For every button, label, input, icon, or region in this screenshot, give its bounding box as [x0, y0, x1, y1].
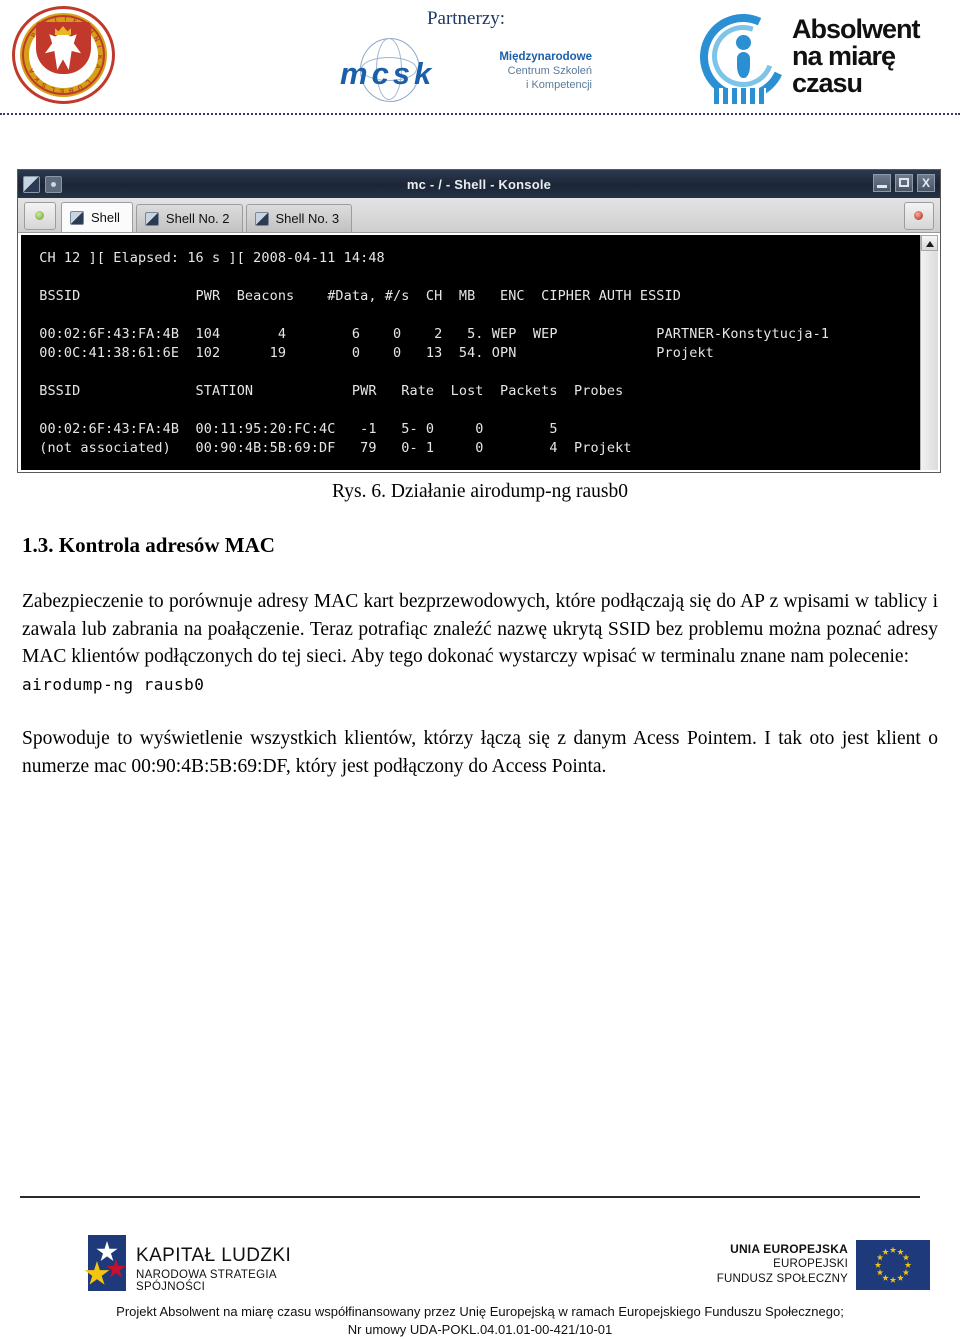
tab-label: Shell No. 2	[165, 211, 230, 226]
mcsk-wordmark: mcsk	[340, 56, 436, 91]
eu-logo-text: UNIA EUROPEJSKA EUROPEJSKI FUNDUSZ SPOŁE…	[700, 1242, 848, 1287]
absolwent-wordmark: Absolwent na miarę czasu	[792, 14, 921, 98]
terminal-icon	[144, 211, 159, 226]
kapital-ludzki-logo: KAPITAŁ LUDZKI NARODOWA STRATEGIA SPÓJNO…	[84, 1235, 348, 1297]
mcsk-subtitle-line1: Międzynarodowe	[499, 51, 592, 63]
footer-note: Projekt Absolwent na miarę czasu współfi…	[0, 1303, 960, 1339]
maximize-button[interactable]	[895, 174, 913, 192]
konsole-window-title: mc - / - Shell - Konsole	[406, 176, 552, 192]
paragraph-1: Zabezpieczenie to porównuje adresy MAC k…	[22, 588, 938, 698]
kapital-ludzki-mark-icon	[84, 1235, 126, 1291]
footer-divider	[20, 1196, 920, 1198]
mcsk-subtitle: Międzynarodowe Centrum Szkoleń i Kompete…	[452, 50, 592, 92]
footer-note-line2: Nr umowy UDA-POKL.04.01.01-00-421/10-01	[347, 1322, 613, 1337]
absolwent-line1: Absolwent	[792, 14, 921, 44]
mcsk-logo: mcsk Międzynarodowe Centrum Szkoleń i Ko…	[332, 36, 592, 104]
terminal-output[interactable]: CH 12 ][ Elapsed: 16 s ][ 2008-04-11 14:…	[21, 235, 920, 470]
absolwent-bars-icon	[714, 88, 766, 104]
terminal-scrollbar[interactable]	[920, 235, 938, 470]
minimize-button[interactable]	[873, 174, 891, 192]
mcsk-subtitle-line2: Centrum Szkoleń	[507, 65, 592, 77]
section-heading: 1.3. Kontrola adresów MAC	[22, 533, 275, 557]
tab-shell-no-2[interactable]: Shell No. 2	[135, 204, 243, 232]
tab-label: Shell No. 3	[275, 211, 340, 226]
eu-logo: UNIA EUROPEJSKA EUROPEJSKI FUNDUSZ SPOŁE…	[700, 1240, 930, 1296]
scroll-up-arrow-icon[interactable]	[921, 235, 938, 251]
white-star-icon	[96, 1241, 118, 1262]
terminal-icon	[254, 211, 269, 226]
crest-ring-text: POLITECHNIKA LUBELSKA	[27, 16, 103, 94]
konsole-tabbar: Shell Shell No. 2 Shell No. 3	[18, 198, 940, 233]
absolwent-mark-icon	[687, 1, 799, 113]
page-header: POLITECHNIKA LUBELSKA Partnerzy: mcsk Mi…	[0, 0, 960, 120]
figure-caption: Rys. 6. Działanie airodump-ng rausb0	[332, 481, 628, 502]
close-button[interactable]: X	[917, 174, 935, 192]
absolwent-line3: czasu	[792, 68, 863, 98]
footer-note-line1: Projekt Absolwent na miarę czasu współfi…	[116, 1304, 844, 1319]
tab-label: Shell	[91, 210, 120, 225]
new-session-button[interactable]	[24, 202, 56, 230]
mcsk-subtitle-line3: i Kompetencji	[525, 79, 592, 91]
window-controls: X	[873, 174, 935, 192]
partners-label: Partnerzy:	[426, 8, 506, 29]
eu-line3: FUNDUSZ SPOŁECZNY	[716, 1273, 848, 1285]
red-star-icon	[106, 1259, 126, 1278]
terminal-icon	[70, 210, 84, 225]
absolwent-line2: na miarę	[792, 41, 896, 71]
kapital-ludzki-subtitle: NARODOWA STRATEGIA SPÓJNOŚCI	[136, 1269, 277, 1293]
close-session-button[interactable]	[904, 202, 934, 230]
yellow-star-icon	[84, 1261, 110, 1285]
konsole-body: CH 12 ][ Elapsed: 16 s ][ 2008-04-11 14:…	[18, 233, 940, 472]
eu-flag-icon	[856, 1240, 930, 1290]
absolwent-logo: Absolwent na miarę czasu	[687, 1, 942, 113]
paragraph-1-text: Zabezpieczenie to porównuje adresy MAC k…	[22, 591, 938, 667]
eu-line2: EUROPEJSKI	[773, 1258, 848, 1270]
eu-line1: UNIA EUROPEJSKA	[730, 1242, 848, 1256]
tab-shell[interactable]: Shell	[61, 202, 133, 232]
politechnika-lubelska-logo: POLITECHNIKA LUBELSKA	[12, 6, 117, 106]
tab-shell-no-3[interactable]: Shell No. 3	[245, 204, 353, 232]
kapital-ludzki-title: KAPITAŁ LUDZKI	[136, 1245, 292, 1266]
command-line: airodump-ng rausb0	[22, 674, 205, 694]
konsole-titlebar[interactable]: mc - / - Shell - Konsole X	[18, 170, 940, 198]
paragraph-2: Spowoduje to wyświetlenie wszystkich kli…	[22, 728, 938, 777]
konsole-window: mc - / - Shell - Konsole X Shell Shell N…	[17, 169, 941, 473]
header-divider	[0, 113, 960, 115]
